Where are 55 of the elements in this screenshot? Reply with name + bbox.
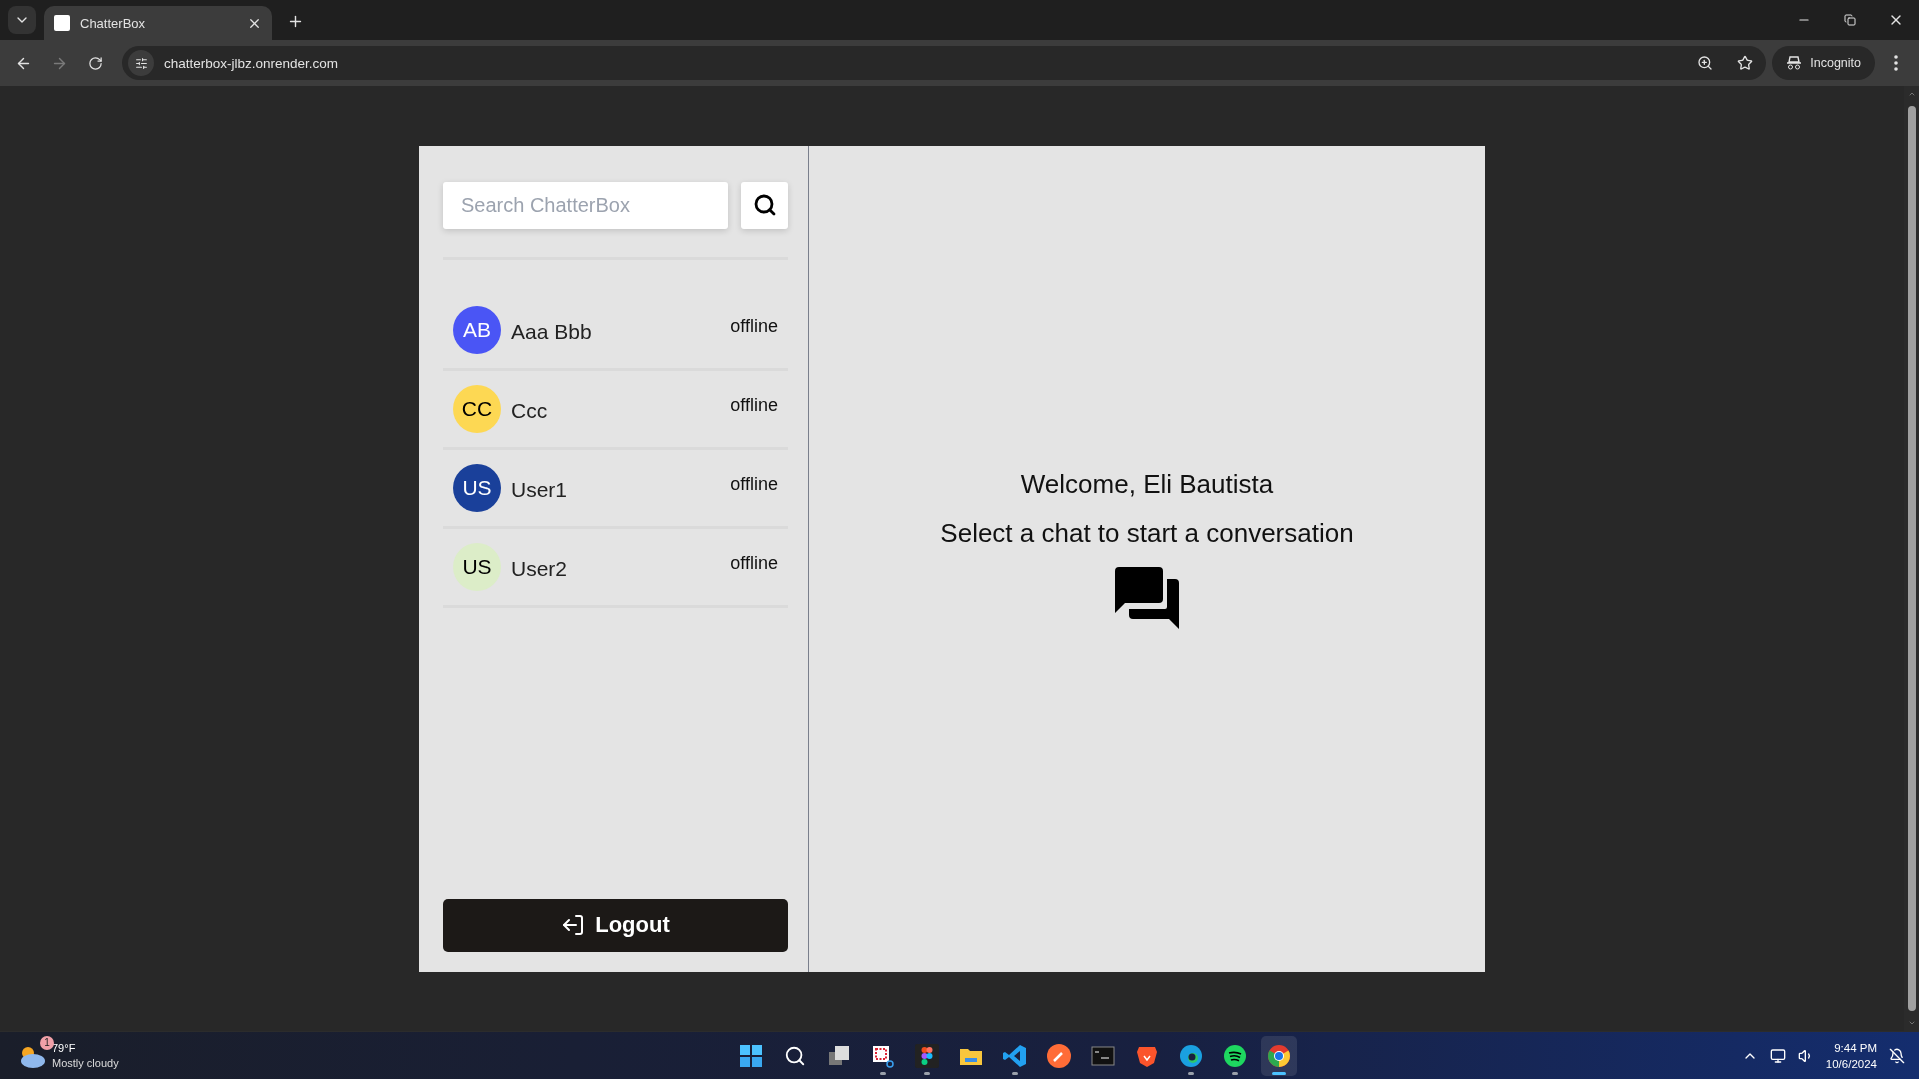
user-status: offline — [730, 553, 778, 574]
notification-badge: 1 — [40, 1035, 54, 1050]
taskbar-app[interactable] — [1260, 1035, 1297, 1076]
user-row[interactable]: US User2 offline — [443, 528, 788, 608]
reload-icon — [87, 55, 103, 71]
logout-icon — [561, 913, 586, 937]
spotify-logo-icon — [1222, 1043, 1247, 1068]
weather-condition: Mostly cloudy — [52, 1055, 119, 1071]
welcome-heading: Welcome, Eli Bautista — [1020, 468, 1274, 500]
user-name: Aaa Bbb — [511, 318, 593, 344]
user-status: offline — [730, 316, 778, 337]
code-editor-icon — [1002, 1043, 1027, 1068]
user-name: Ccc — [511, 397, 549, 423]
menu-dots-icon — [1894, 55, 1898, 71]
scroll-down-icon[interactable] — [1907, 1019, 1916, 1027]
browser-tab[interactable]: ChatterBox — [44, 6, 272, 40]
user-row[interactable]: US User1 offline — [443, 449, 788, 529]
user-avatar: AB — [453, 305, 501, 354]
scroll-up-icon[interactable] — [1907, 90, 1916, 98]
search-icon — [783, 1044, 806, 1067]
user-avatar: US — [453, 463, 501, 512]
search-icon — [752, 193, 777, 217]
site-settings-button[interactable] — [128, 50, 154, 76]
user-name: User1 — [511, 476, 569, 502]
favicon-icon — [54, 15, 70, 31]
bookmark-star-icon[interactable] — [1737, 55, 1754, 71]
select-chat-prompt: Select a chat to start a conversation — [940, 517, 1354, 549]
user-avatar: CC — [453, 384, 501, 433]
user-row[interactable]: AB Aaa Bbb offline — [443, 291, 788, 371]
user-status: offline — [730, 395, 778, 416]
chrome-logo-icon — [1266, 1043, 1291, 1068]
sliders-icon — [134, 56, 148, 70]
logout-button[interactable]: Logout — [443, 898, 788, 952]
clock[interactable]: 9:44 PM 10/6/2024 — [1825, 1039, 1877, 1072]
restore-icon — [1844, 14, 1856, 26]
notifications-icon[interactable] — [1889, 1047, 1905, 1064]
search-button[interactable] — [741, 181, 788, 229]
snipping-tool-icon — [870, 1043, 895, 1068]
user-avatar: US — [453, 542, 501, 591]
network-icon[interactable] — [1769, 1047, 1786, 1064]
user-status: offline — [730, 474, 778, 495]
user-row[interactable]: CC Ccc offline — [443, 370, 788, 450]
terminal-icon — [1090, 1043, 1115, 1068]
search-field[interactable]: Search ChatterBox — [443, 181, 728, 229]
zoom-icon[interactable] — [1697, 55, 1714, 71]
temperature: 79°F — [52, 1040, 77, 1056]
user-name: User2 — [511, 555, 569, 581]
chat-bubbles-icon — [1115, 566, 1179, 629]
figma-logo-icon — [914, 1043, 939, 1068]
task-view-icon — [826, 1043, 851, 1068]
tab-title: ChatterBox — [80, 15, 147, 31]
incognito-hat-icon — [1786, 55, 1803, 71]
tab-list-button[interactable] — [8, 6, 36, 34]
incognito-button[interactable]: Incognito — [1772, 46, 1875, 80]
windows-logo-icon — [738, 1043, 763, 1068]
